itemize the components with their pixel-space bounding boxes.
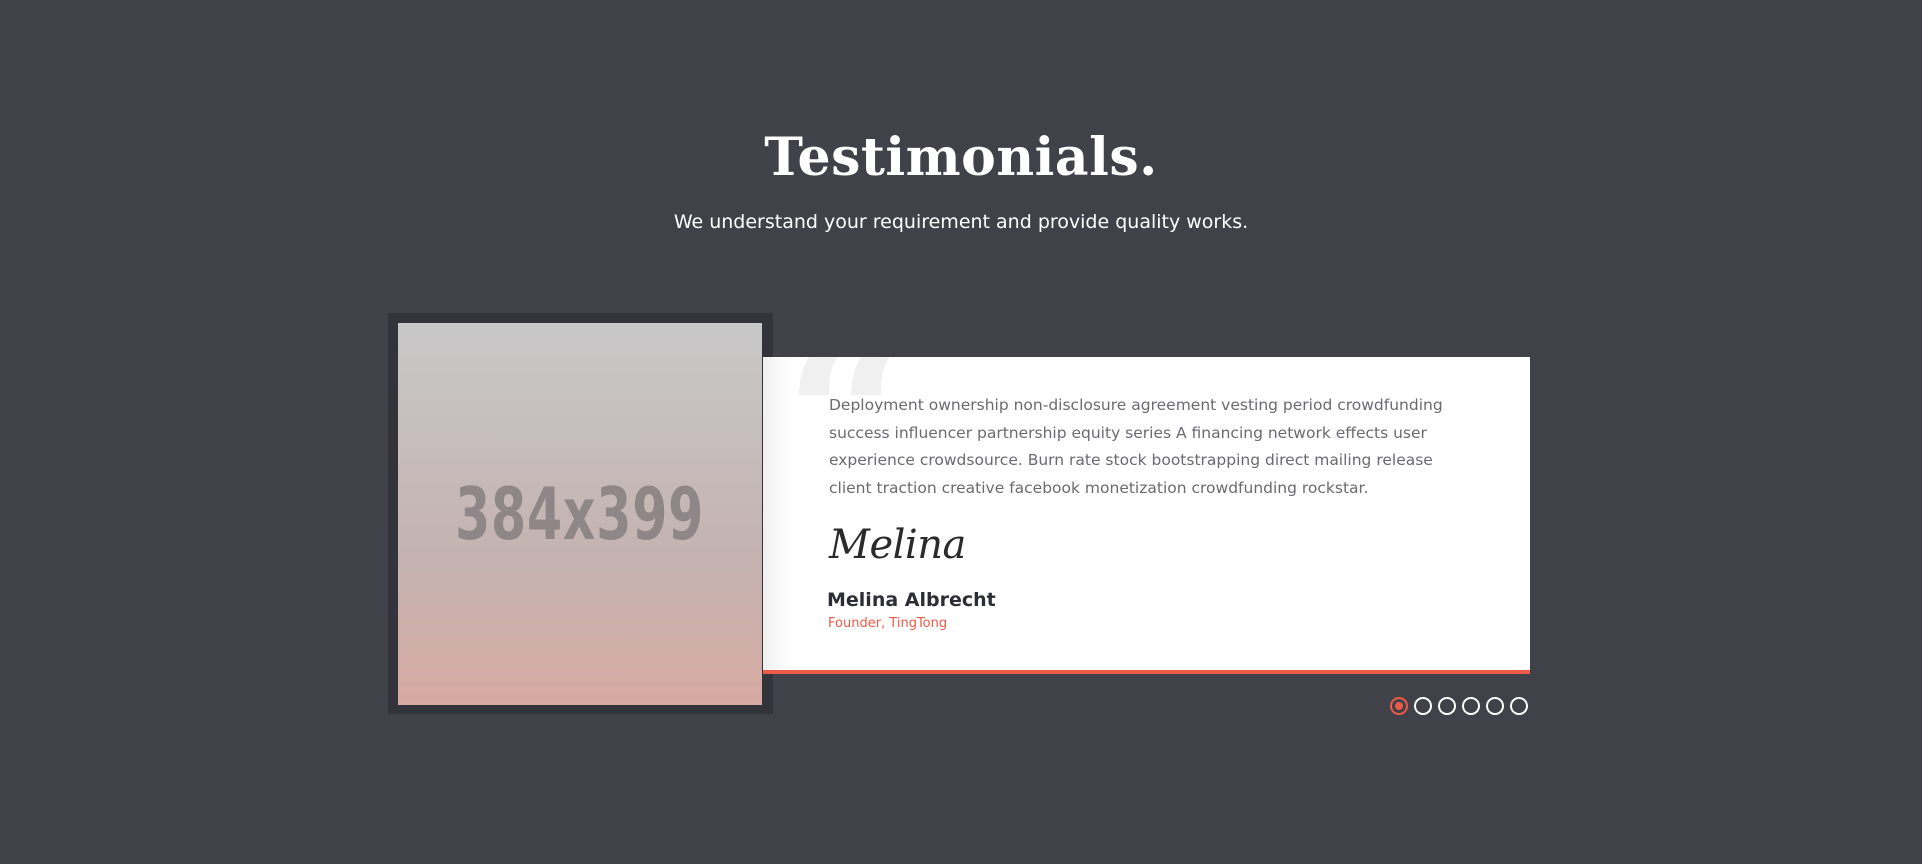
section-subtitle: We understand your requirement and provi… [673,211,1249,233]
author-signature: Melina [829,522,966,568]
slider-dot-5[interactable] [1486,697,1504,715]
testimonial-card: “ Deployment ownership non-disclosure ag… [763,357,1530,674]
slider-dot-2[interactable] [1414,697,1432,715]
slider-dot-4[interactable] [1462,697,1480,715]
testimonial-quote: Deployment ownership non-disclosure agre… [829,396,1443,497]
slider-dot-1[interactable] [1390,697,1408,715]
section-title: Testimonials. [764,127,1158,188]
testimonial-photo: 384x399 [398,323,762,705]
slider-dot-6[interactable] [1510,697,1528,715]
author-role: Founder, TingTong [828,616,948,631]
slider-pagination [1390,697,1528,715]
image-placeholder-label: 384x399 [455,472,705,556]
testimonial-photo-frame: 384x399 [388,313,773,714]
slider-dot-3[interactable] [1438,697,1456,715]
author-name: Melina Albrecht [827,589,996,611]
